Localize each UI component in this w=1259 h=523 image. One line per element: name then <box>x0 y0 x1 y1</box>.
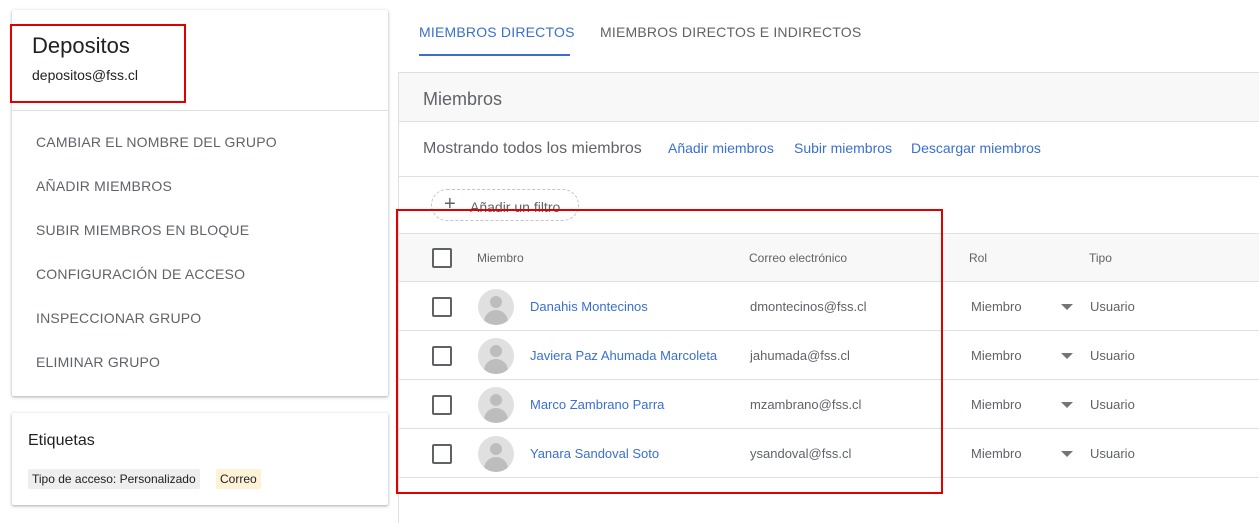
labels-title: Etiquetas <box>28 432 95 449</box>
column-header-email[interactable]: Correo electrónico <box>749 251 847 265</box>
mail-chip: Correo <box>216 469 261 489</box>
avatar <box>478 289 514 325</box>
inspect-group-action[interactable]: INSPECCIONAR GRUPO <box>12 296 388 340</box>
member-email: jahumada@fss.cl <box>750 348 850 363</box>
member-type: Usuario <box>1090 397 1135 412</box>
table-row: Yanara Sandoval Soto ysandoval@fss.cl Mi… <box>399 429 1259 478</box>
access-type-chip: Tipo de acceso: Personalizado <box>28 469 200 489</box>
avatar <box>478 338 514 374</box>
column-header-role[interactable]: Rol <box>969 251 987 265</box>
delete-group-action[interactable]: ELIMINAR GRUPO <box>12 340 388 384</box>
row-checkbox[interactable] <box>432 346 452 366</box>
table-row: Marco Zambrano Parra mzambrano@fss.cl Mi… <box>399 380 1259 429</box>
member-name-link[interactable]: Yanara Sandoval Soto <box>530 446 659 461</box>
members-toolbar: Mostrando todos los miembros Añadir miem… <box>399 122 1259 177</box>
add-members-action[interactable]: AÑADIR MIEMBROS <box>12 164 388 208</box>
group-actions-list: CAMBIAR EL NOMBRE DEL GRUPO AÑADIR MIEMB… <box>12 120 388 384</box>
member-type: Usuario <box>1090 348 1135 363</box>
member-name-link[interactable]: Marco Zambrano Parra <box>530 397 664 412</box>
group-header: Depositos depositos@fss.cl <box>12 10 388 111</box>
row-checkbox[interactable] <box>432 297 452 317</box>
member-type: Usuario <box>1090 299 1135 314</box>
plus-icon: + <box>444 193 456 215</box>
members-panel-title: Miembros <box>423 89 503 109</box>
member-role-select[interactable]: Miembro <box>971 446 1022 461</box>
labels-card: Etiquetas Tipo de acceso: Personalizado … <box>12 413 388 505</box>
group-card: Depositos depositos@fss.cl CAMBIAR EL NO… <box>12 10 388 396</box>
table-row: Danahis Montecinos dmontecinos@fss.cl Mi… <box>399 282 1259 331</box>
chevron-down-icon[interactable] <box>1061 353 1073 359</box>
member-email: dmontecinos@fss.cl <box>750 299 867 314</box>
avatar <box>478 387 514 423</box>
access-settings-action[interactable]: CONFIGURACIÓN DE ACCESO <box>12 252 388 296</box>
column-header-member[interactable]: Miembro <box>477 251 524 265</box>
tab-direct-and-indirect-members[interactable]: MIEMBROS DIRECTOS E INDIRECTOS <box>600 24 861 40</box>
add-members-link[interactable]: Añadir miembros <box>668 140 774 156</box>
row-checkbox[interactable] <box>432 395 452 415</box>
bulk-upload-members-action[interactable]: SUBIR MIEMBROS EN BLOQUE <box>12 208 388 252</box>
add-filter-button[interactable]: + Añadir un filtro <box>431 189 579 221</box>
chevron-down-icon[interactable] <box>1061 402 1073 408</box>
active-tab-indicator <box>419 54 570 56</box>
member-role-select[interactable]: Miembro <box>971 299 1022 314</box>
upload-members-link[interactable]: Subir miembros <box>794 140 892 156</box>
rename-group-action[interactable]: CAMBIAR EL NOMBRE DEL GRUPO <box>12 120 388 164</box>
showing-all-members-text: Mostrando todos los miembros <box>423 140 642 157</box>
tab-direct-members[interactable]: MIEMBROS DIRECTOS <box>419 24 575 40</box>
group-name: Depositos <box>32 33 130 58</box>
members-panel: Miembros Mostrando todos los miembros Añ… <box>398 72 1259 523</box>
download-members-link[interactable]: Descargar miembros <box>911 140 1041 156</box>
members-table-header: Miembro Correo electrónico Rol Tipo <box>399 233 1259 282</box>
member-role-select[interactable]: Miembro <box>971 348 1022 363</box>
member-email: mzambrano@fss.cl <box>750 397 862 412</box>
member-role-select[interactable]: Miembro <box>971 397 1022 412</box>
add-filter-label: Añadir un filtro <box>470 199 561 215</box>
members-panel-header: Miembros <box>399 73 1259 122</box>
member-email: ysandoval@fss.cl <box>750 446 852 461</box>
group-email: depositos@fss.cl <box>32 67 139 83</box>
select-all-checkbox[interactable] <box>432 248 452 268</box>
chevron-down-icon[interactable] <box>1061 451 1073 457</box>
column-header-type[interactable]: Tipo <box>1089 251 1112 265</box>
avatar <box>478 436 514 472</box>
member-name-link[interactable]: Danahis Montecinos <box>530 299 648 314</box>
member-name-link[interactable]: Javiera Paz Ahumada Marcoleta <box>530 348 717 363</box>
row-checkbox[interactable] <box>432 444 452 464</box>
member-type: Usuario <box>1090 446 1135 461</box>
table-row: Javiera Paz Ahumada Marcoleta jahumada@f… <box>399 331 1259 380</box>
chevron-down-icon[interactable] <box>1061 304 1073 310</box>
